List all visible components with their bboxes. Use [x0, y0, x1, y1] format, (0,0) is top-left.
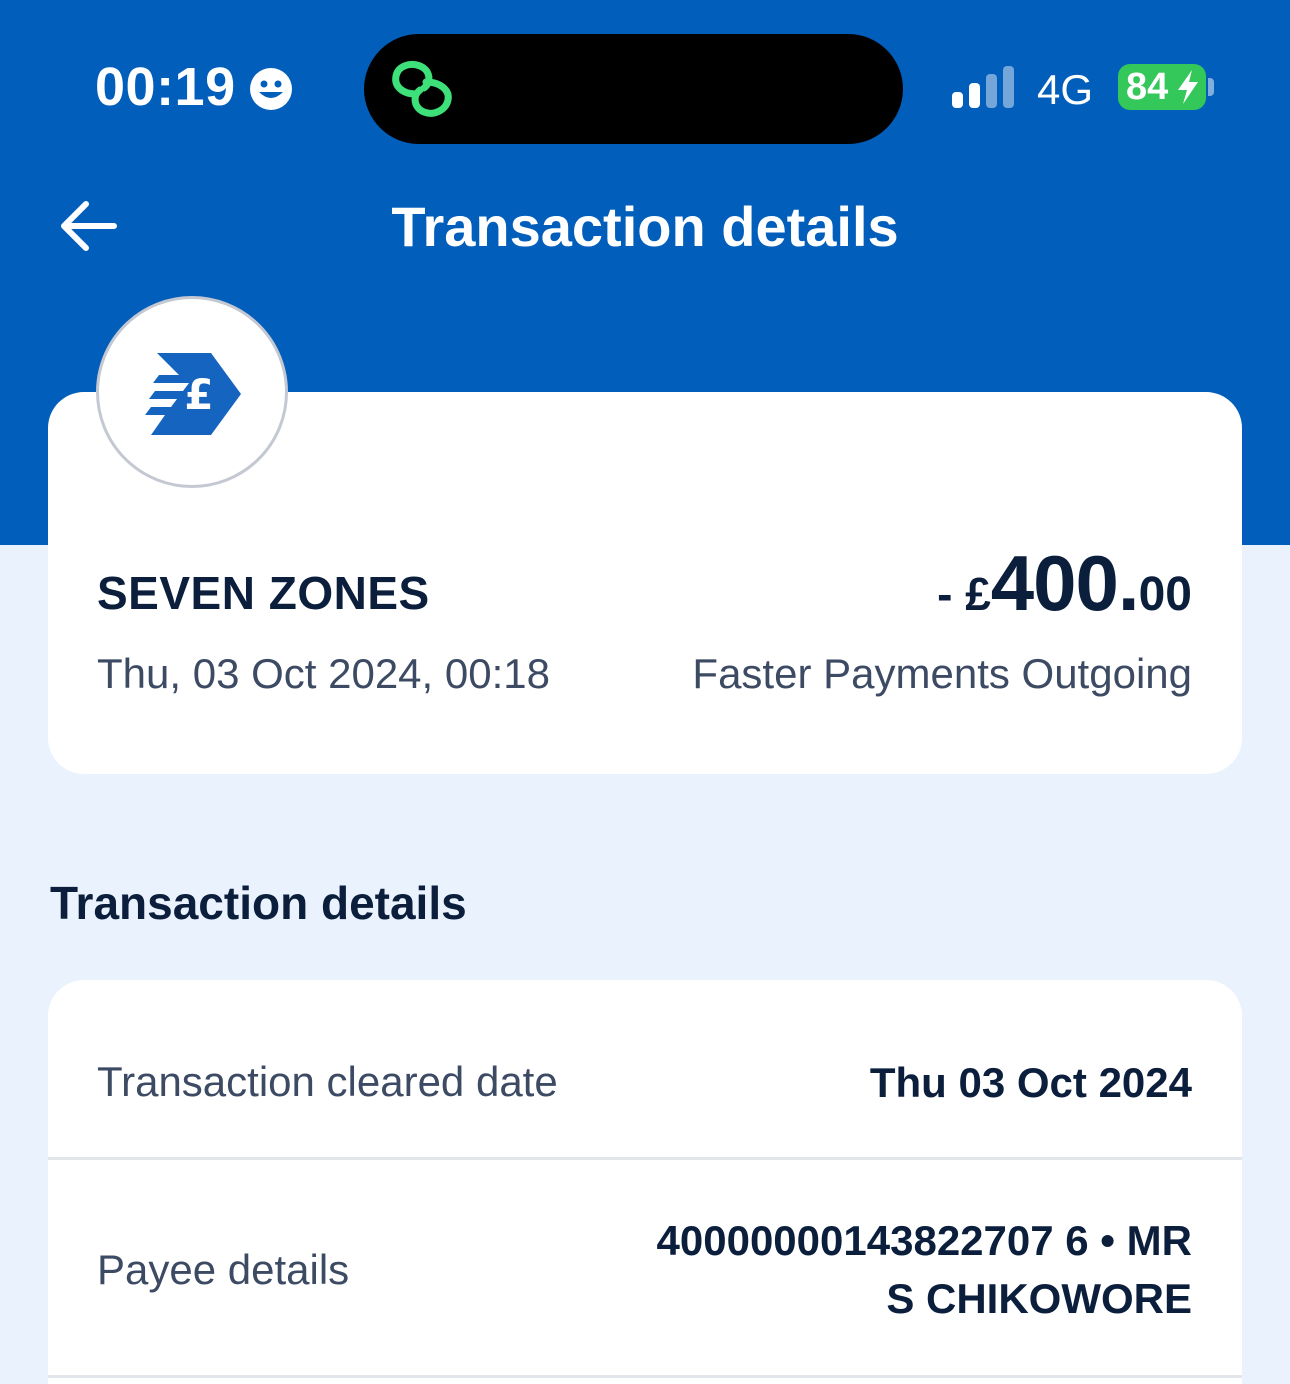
detail-label-cleared-date: Transaction cleared date	[97, 1058, 558, 1105]
network-type: 4G	[1037, 66, 1094, 113]
row-divider	[48, 1375, 1242, 1378]
amount-sign: -	[937, 568, 966, 620]
detail-value-cleared-date: Thu 03 Oct 2024	[869, 1059, 1192, 1106]
amount-major: 400.	[990, 539, 1140, 627]
payment-type: Faster Payments Outgoing	[692, 650, 1192, 697]
detail-label-payee: Payee details	[97, 1246, 350, 1293]
row-divider	[48, 1157, 1242, 1160]
transaction-datetime: Thu, 03 Oct 2024, 00:18	[97, 650, 550, 697]
detail-value-payee: 40000000143822707 6 • MR S CHIKOWORE	[657, 1212, 1192, 1328]
payee-line-1: 40000000143822707 6 • MR	[656, 1217, 1192, 1264]
faster-payment-pound-icon: £	[96, 296, 288, 488]
signal-icon	[952, 66, 1014, 108]
bolt-icon	[1178, 70, 1198, 104]
smiley-icon	[250, 68, 292, 110]
link-icon	[392, 60, 452, 117]
merchant-name: SEVEN ZONES	[97, 567, 430, 619]
battery-tip	[1208, 78, 1214, 96]
transaction-amount: - £400.00	[937, 538, 1192, 629]
amount-currency: £	[965, 568, 991, 620]
page-title: Transaction details	[391, 195, 899, 258]
amount-minor: 00	[1138, 568, 1192, 621]
svg-text:£: £	[184, 370, 213, 419]
section-title: Transaction details	[50, 877, 467, 929]
battery-level: 84	[1126, 65, 1169, 108]
payee-line-2: S CHIKOWORE	[886, 1275, 1192, 1322]
status-time: 00:19	[95, 57, 236, 117]
